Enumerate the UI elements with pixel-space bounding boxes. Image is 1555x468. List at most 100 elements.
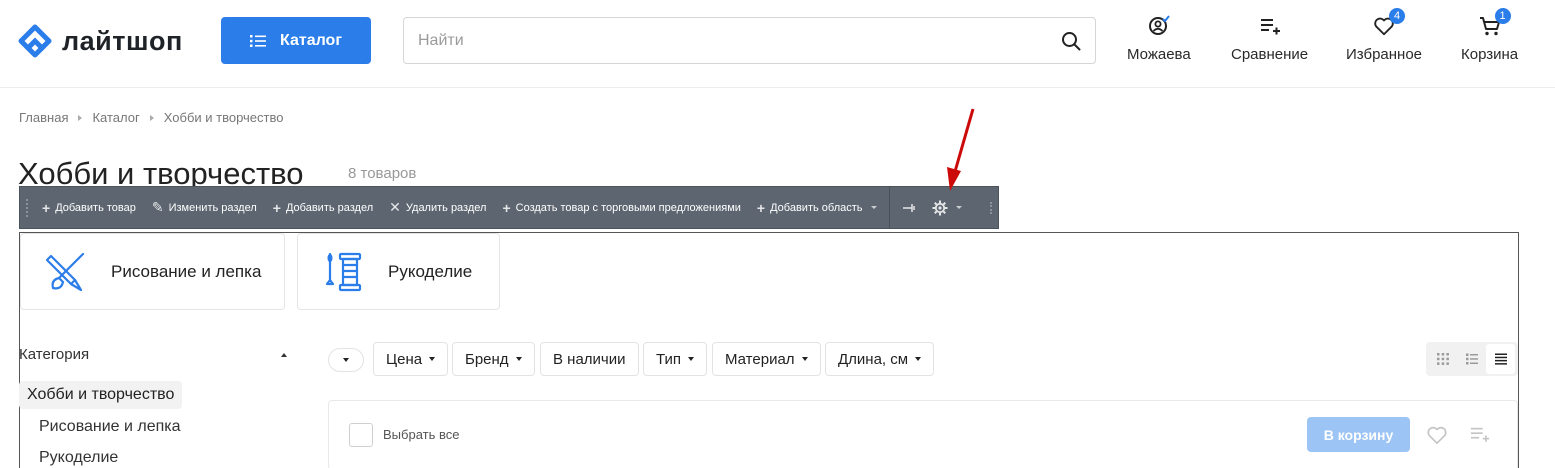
chevron-down-icon bbox=[429, 357, 436, 361]
create-product-offers-label: Создать товар с торговыми предложениями bbox=[515, 201, 741, 214]
add-area-label: Добавить область bbox=[770, 201, 863, 214]
cart-icon: 1 bbox=[1478, 8, 1511, 38]
grid-icon bbox=[1436, 353, 1449, 365]
pencil-icon: ✎ bbox=[151, 199, 164, 215]
subsection-drawing-label: Рисование и лепка bbox=[111, 261, 262, 281]
breadcrumb-separator-icon bbox=[149, 114, 154, 121]
list-view-button[interactable] bbox=[1457, 344, 1486, 374]
filter-reset-toggle[interactable] bbox=[328, 348, 364, 372]
add-product-button[interactable]: + Добавить товар bbox=[34, 187, 144, 228]
chevron-down-icon bbox=[955, 206, 962, 209]
search-input[interactable] bbox=[418, 31, 1047, 50]
add-section-label: Добавить раздел bbox=[285, 201, 374, 214]
delete-section-button[interactable]: ✕ Удалить раздел bbox=[381, 187, 494, 228]
category-title: Категория bbox=[19, 346, 90, 363]
subsection-drawing[interactable]: Рисование и лепка bbox=[20, 233, 285, 310]
breadcrumb: Главная Каталог Хобби и творчество bbox=[19, 110, 283, 125]
brush-pencil-icon bbox=[45, 252, 85, 291]
filter-in-stock[interactable]: В наличии bbox=[540, 342, 639, 376]
cart-label: Корзина bbox=[1461, 46, 1519, 63]
filter-brand[interactable]: Бренд bbox=[452, 342, 535, 376]
logo-text: лайтшоп bbox=[62, 25, 183, 56]
toolbar-drag-handle-right[interactable] bbox=[984, 187, 998, 228]
breadcrumb-current: Хобби и творчество bbox=[163, 110, 284, 125]
plus-icon: + bbox=[502, 199, 511, 216]
list-icon bbox=[1465, 353, 1478, 365]
add-product-label: Добавить товар bbox=[55, 201, 136, 214]
subsection-needlework[interactable]: Рукоделие bbox=[297, 233, 500, 310]
list-header: Выбрать все В корзину bbox=[328, 400, 1518, 468]
user-icon bbox=[1147, 14, 1171, 38]
select-all-label: Выбрать все bbox=[383, 427, 460, 442]
cart-badge: 1 bbox=[1494, 8, 1511, 24]
logo-icon bbox=[18, 24, 52, 58]
chevron-down-icon bbox=[801, 357, 808, 361]
pin-icon bbox=[902, 203, 915, 212]
chevron-up-icon bbox=[281, 352, 287, 357]
compare-link[interactable]: Сравнение bbox=[1231, 14, 1308, 63]
breadcrumb-home[interactable]: Главная bbox=[19, 110, 68, 125]
add-section-button[interactable]: + Добавить раздел bbox=[265, 187, 381, 228]
needle-thread-icon bbox=[325, 252, 362, 291]
plus-icon: + bbox=[42, 199, 51, 216]
admin-toolbar: + Добавить товар ✎ Изменить раздел + Доб… bbox=[19, 186, 999, 229]
add-area-button[interactable]: + Добавить область bbox=[749, 187, 885, 228]
search-icon[interactable] bbox=[1047, 31, 1095, 51]
breadcrumb-catalog[interactable]: Каталог bbox=[92, 110, 139, 125]
catalog-label: Каталог bbox=[280, 31, 342, 49]
toolbar-drag-handle[interactable] bbox=[20, 187, 34, 228]
chevron-down-icon bbox=[915, 357, 922, 361]
add-to-cart-button[interactable]: В корзину bbox=[1307, 417, 1410, 452]
favorites-badge: 4 bbox=[1389, 8, 1406, 24]
chevron-down-icon bbox=[870, 206, 877, 209]
heart-icon: 4 bbox=[1372, 8, 1406, 38]
grid-view-button[interactable] bbox=[1428, 344, 1457, 374]
chevron-down-icon bbox=[688, 357, 695, 361]
search-box bbox=[403, 17, 1096, 64]
catalog-button[interactable]: Каталог bbox=[221, 17, 371, 64]
chevron-down-icon bbox=[343, 358, 349, 362]
gear-icon bbox=[932, 200, 948, 215]
sidebar-item-drawing[interactable]: Рисование и лепка bbox=[39, 418, 181, 436]
cart-link[interactable]: 1 Корзина bbox=[1461, 8, 1519, 63]
account-link[interactable]: Можаева bbox=[1127, 14, 1191, 63]
sidebar-item-active-label: Хобби и творчество bbox=[27, 386, 175, 403]
filter-material[interactable]: Материал bbox=[712, 342, 821, 376]
filter-brand-label: Бренд bbox=[465, 350, 509, 368]
filter-length[interactable]: Длина, см bbox=[825, 342, 935, 376]
favorites-link[interactable]: 4 Избранное bbox=[1346, 8, 1423, 63]
view-switcher bbox=[1426, 342, 1518, 376]
filter-price-label: Цена bbox=[386, 350, 423, 368]
toolbar-divider bbox=[888, 187, 890, 228]
compare-icon bbox=[1258, 14, 1282, 38]
edit-section-label: Изменить раздел bbox=[168, 201, 257, 214]
filter-type-label: Тип bbox=[656, 350, 682, 368]
filter-price[interactable]: Цена bbox=[373, 342, 449, 376]
filter-material-label: Материал bbox=[725, 350, 795, 368]
plus-icon: + bbox=[756, 199, 766, 216]
breadcrumb-separator-icon bbox=[78, 114, 83, 121]
site-header: лайтшоп Каталог Можаева Сравнение 4 Изб bbox=[0, 0, 1555, 88]
filter-length-label: Длина, см bbox=[838, 350, 909, 368]
subsection-needlework-label: Рукоделие bbox=[388, 261, 473, 281]
select-all-checkbox[interactable] bbox=[349, 423, 373, 447]
filter-type[interactable]: Тип bbox=[643, 342, 708, 376]
chevron-down-icon bbox=[515, 357, 522, 361]
table-view-button[interactable] bbox=[1486, 344, 1515, 374]
favorite-icon[interactable] bbox=[1426, 425, 1448, 450]
compare-icon[interactable] bbox=[1469, 425, 1491, 450]
product-count: 8 товаров bbox=[348, 165, 417, 182]
delete-section-label: Удалить раздел bbox=[405, 201, 487, 214]
favorites-label: Избранное bbox=[1346, 46, 1423, 63]
category-filter-toggle[interactable]: Категория bbox=[19, 346, 289, 363]
list-icon bbox=[250, 34, 266, 47]
sidebar-item-active[interactable]: Хобби и творчество bbox=[19, 381, 183, 409]
filter-in-stock-label: В наличии bbox=[553, 350, 626, 368]
sidebar-item-needlework[interactable]: Рукоделие bbox=[39, 449, 118, 467]
account-label: Можаева bbox=[1127, 46, 1191, 63]
logo[interactable]: лайтшоп bbox=[18, 24, 183, 58]
edit-section-button[interactable]: ✎ Изменить раздел bbox=[144, 187, 265, 228]
pin-toolbar-button[interactable] bbox=[894, 187, 924, 228]
create-product-offers-button[interactable]: + Создать товар с торговыми предложениям… bbox=[494, 187, 748, 228]
table-icon bbox=[1494, 353, 1507, 365]
